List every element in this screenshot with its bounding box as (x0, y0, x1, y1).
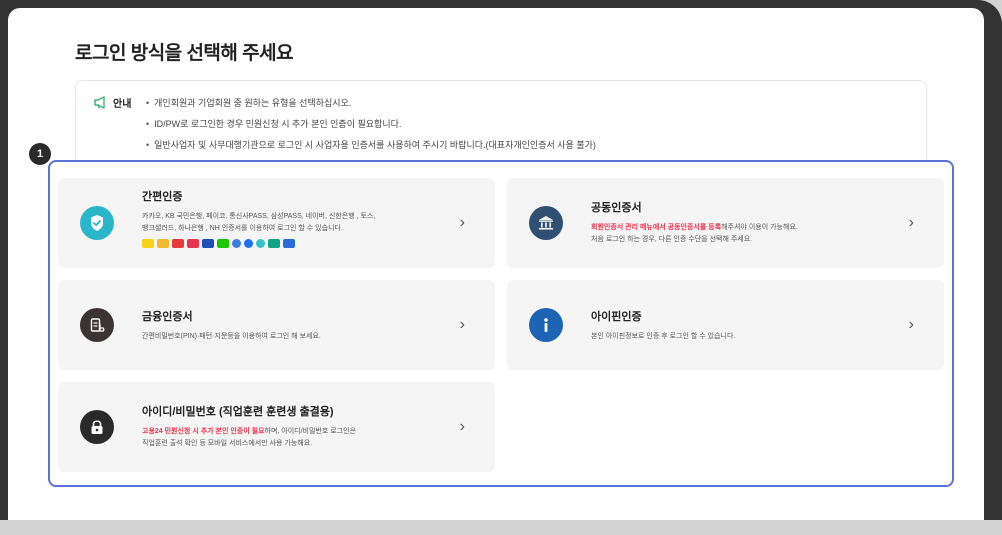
simple-auth-icon-circle (80, 206, 114, 240)
joint-cert-card[interactable]: 공동인증서 회원인증서 관리 메뉴에서 공동인증서를 등록해주셔야 이용이 가능… (507, 178, 944, 268)
pass-logo-icon (187, 239, 199, 248)
idpw-desc-2: 직업훈련 출석 확인 등 모바일 서비스에서만 사용 가능해요. (142, 440, 313, 447)
notice-item: 개인회원과 기업회원 중 원하는 유형을 선택하십시오. (146, 93, 596, 114)
naver-logo-icon (217, 239, 229, 248)
chevron-right-icon: › (908, 214, 914, 231)
joint-cert-text: 공동인증서 회원인증서 관리 메뉴에서 공동인증서를 등록해주셔야 이용이 가능… (591, 199, 798, 246)
nh-logo-icon (283, 239, 295, 248)
bank-building-icon (539, 216, 553, 230)
joint-cert-title: 공동인증서 (591, 202, 642, 214)
finance-cert-desc: 간편비밀번호(PIN)·패턴·지문등을 이용하여 로그인 해 보세요. (142, 333, 321, 340)
chevron-right-icon: › (908, 316, 914, 333)
notice-list: 개인회원과 기업회원 중 원하는 유형을 선택하십시오. ID/PW로 로그인한… (146, 93, 596, 156)
ipin-text: 아이핀인증 본인 아이핀정보로 인증 후 로그인 할 수 있습니다. (591, 308, 735, 343)
simple-auth-text: 간편인증 카카오, KB 국민은행, 페이코, 통신사PASS, 삼성PASS,… (142, 188, 375, 248)
step-marker: 1 (29, 143, 51, 165)
chevron-right-icon: › (459, 418, 465, 435)
finance-cert-card[interactable]: 금융인증서 간편비밀번호(PIN)·패턴·지문등을 이용하여 로그인 해 보세요… (58, 280, 495, 370)
finance-cert-text: 금융인증서 간편비밀번호(PIN)·패턴·지문등을 이용하여 로그인 해 보세요… (142, 308, 321, 343)
idpw-text: 아이디/비밀번호 (직업훈련 훈련생 출결용) 고용24 민원신청 시 추가 본… (142, 403, 356, 450)
simple-auth-card[interactable]: 간편인증 카카오, KB 국민은행, 페이코, 통신사PASS, 삼성PASS,… (58, 178, 495, 268)
notice-label-text: 안내 (113, 99, 132, 110)
page-title: 로그인 방식을 선택해 주세요 (75, 43, 294, 64)
simple-auth-desc-2: 뱅크샐러드, 하나은행 , NH 인증서를 이용하여 로그인 할 수 있습니다. (142, 225, 343, 232)
banksalad-logo-icon (256, 239, 265, 248)
shield-check-icon (91, 215, 103, 231)
simple-auth-desc-1: 카카오, KB 국민은행, 페이코, 통신사PASS, 삼성PASS, 네이버,… (142, 213, 376, 220)
ipin-icon-circle (529, 308, 563, 342)
lock-icon (91, 420, 103, 434)
kb-logo-icon (157, 239, 169, 248)
idpw-icon-circle (80, 410, 114, 444)
toss-logo-icon (244, 239, 253, 248)
shinhan-logo-icon (232, 239, 241, 248)
finance-cert-title: 금융인증서 (142, 311, 193, 323)
joint-cert-desc-rest: 해주셔야 이용이 가능해요. (721, 224, 798, 231)
notice-item: 일반사업자 및 사무대행기관으로 로그인 시 사업자용 인증서를 사용하여 주시… (146, 135, 596, 156)
finance-certificate-icon (90, 318, 105, 332)
notice-label: 안내 (93, 95, 131, 110)
info-icon (544, 318, 548, 332)
notice-item: ID/PW로 로그인한 경우 민원신청 시 추가 본인 인증이 필요합니다. (146, 114, 596, 135)
ipin-title: 아이핀인증 (591, 311, 642, 323)
idpw-desc-highlight: 고용24 민원신청 시 추가 본인 인증이 필요 (142, 428, 265, 435)
hana-logo-icon (268, 239, 280, 248)
finance-cert-icon-circle (80, 308, 114, 342)
samsung-pass-logo-icon (202, 239, 214, 248)
joint-cert-desc-1: 회원인증서 관리 메뉴에서 공동인증서를 등록해주셔야 이용이 가능해요. (591, 222, 798, 234)
ipin-card[interactable]: 아이핀인증 본인 아이핀정보로 인증 후 로그인 할 수 있습니다. › (507, 280, 944, 370)
chevron-right-icon: › (459, 316, 465, 333)
idpw-desc-1: 고용24 민원신청 시 추가 본인 인증이 필요하며, 아이디/비밀번호 로그인… (142, 426, 356, 438)
provider-logos (142, 239, 375, 248)
joint-cert-icon-circle (529, 206, 563, 240)
joint-cert-desc-highlight: 회원인증서 관리 메뉴에서 공동인증서를 등록 (591, 224, 722, 231)
simple-auth-title: 간편인증 (142, 191, 183, 203)
ipin-desc: 본인 아이핀정보로 인증 후 로그인 할 수 있습니다. (591, 333, 736, 340)
megaphone-icon (94, 96, 105, 109)
idpw-title: 아이디/비밀번호 (직업훈련 훈련생 출결용) (142, 406, 334, 418)
joint-cert-desc-2: 처음 로그인 하는 경우, 다른 인증 수단을 선택해 주세요. (591, 236, 753, 243)
payco-logo-icon (172, 239, 184, 248)
chevron-right-icon: › (459, 214, 465, 231)
idpw-desc-rest: 하며, 아이디/비밀번호 로그인은 (264, 428, 357, 435)
idpw-card[interactable]: 아이디/비밀번호 (직업훈련 훈련생 출결용) 고용24 민원신청 시 추가 본… (58, 382, 495, 472)
kakao-logo-icon (142, 239, 154, 248)
